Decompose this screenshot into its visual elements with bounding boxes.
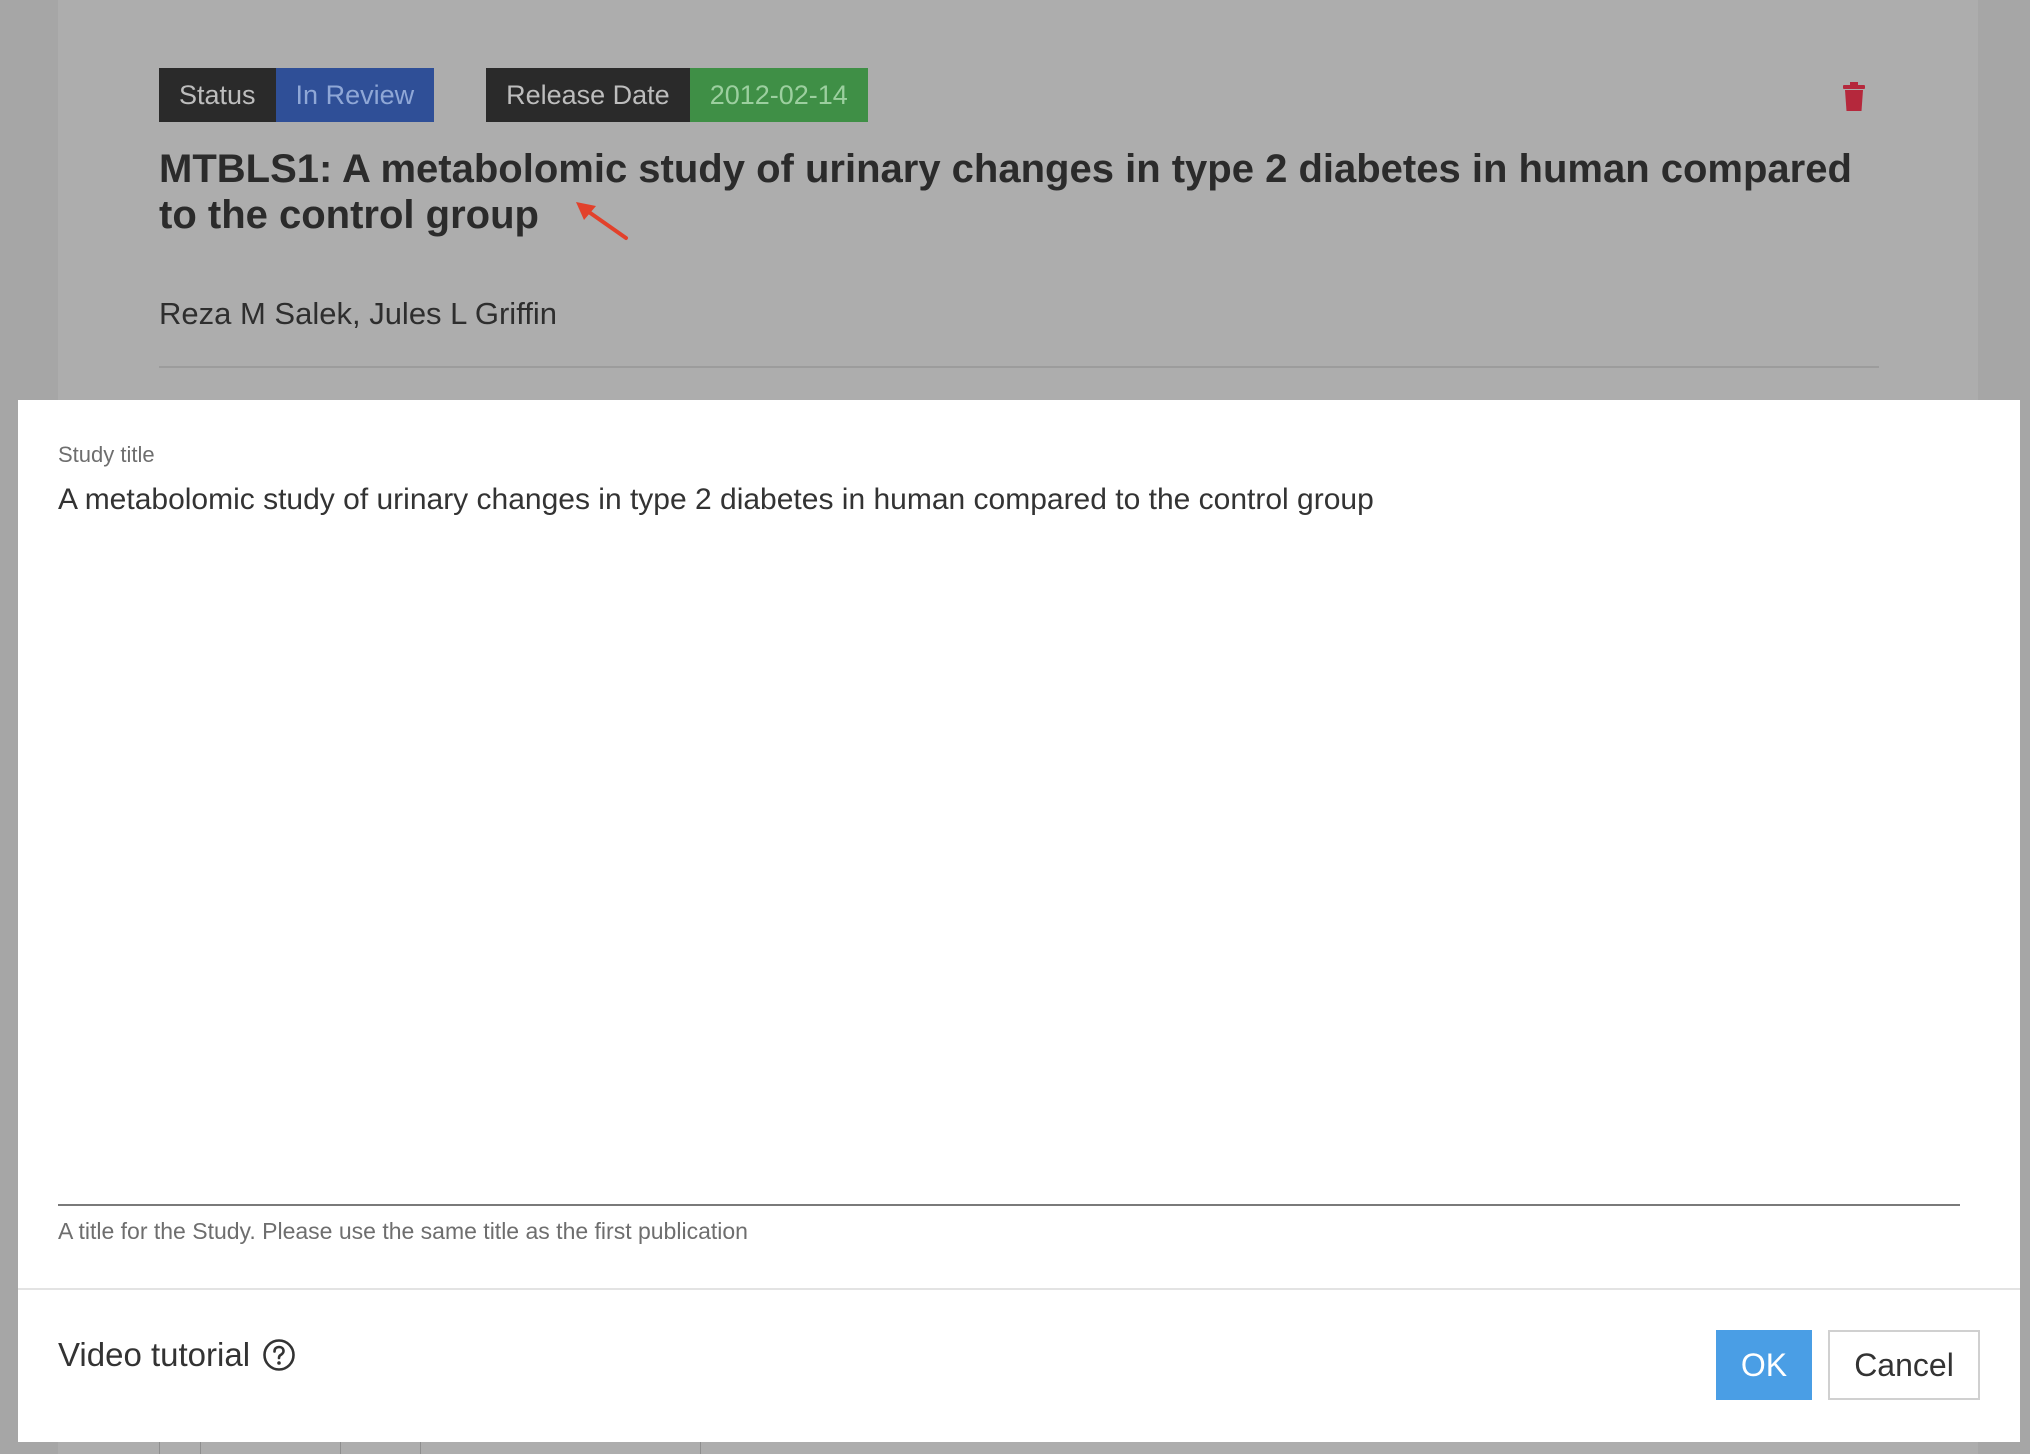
divider — [159, 366, 1879, 368]
release-date-badge: Release Date 2012-02-14 — [486, 68, 868, 122]
status-badge: Status In Review — [159, 68, 435, 122]
study-title-hint: A title for the Study. Please use the sa… — [58, 1218, 748, 1244]
video-tutorial-label: Video tutorial — [58, 1336, 251, 1373]
study-title-input[interactable]: A metabolomic study of urinary changes i… — [58, 480, 1960, 1206]
study-title-label: Study title — [58, 442, 155, 467]
edit-title-dialog: Study title A metabolomic study of urina… — [18, 400, 2020, 1442]
study-badges: Status In Review Release Date 2012-02-14 — [159, 68, 868, 122]
cancel-button[interactable]: Cancel — [1828, 1330, 1980, 1400]
arrow-icon — [576, 202, 628, 240]
ok-button[interactable]: OK — [1716, 1330, 1812, 1400]
status-badge-label: Status — [159, 68, 276, 122]
study-heading[interactable]: MTBLS1: A metabolomic study of urinary c… — [159, 146, 1899, 238]
background-tabs-peek — [159, 1440, 701, 1454]
video-tutorial-link[interactable]: Video tutorial — [58, 1336, 296, 1374]
release-date-label: Release Date — [486, 68, 690, 122]
release-date-value: 2012-02-14 — [689, 68, 868, 122]
trash-icon[interactable] — [1842, 82, 1866, 112]
question-circle-icon[interactable] — [262, 1338, 296, 1372]
status-badge-value: In Review — [275, 68, 435, 122]
study-authors: Reza M Salek, Jules L Griffin — [159, 296, 557, 331]
dialog-footer-divider — [18, 1288, 2020, 1290]
